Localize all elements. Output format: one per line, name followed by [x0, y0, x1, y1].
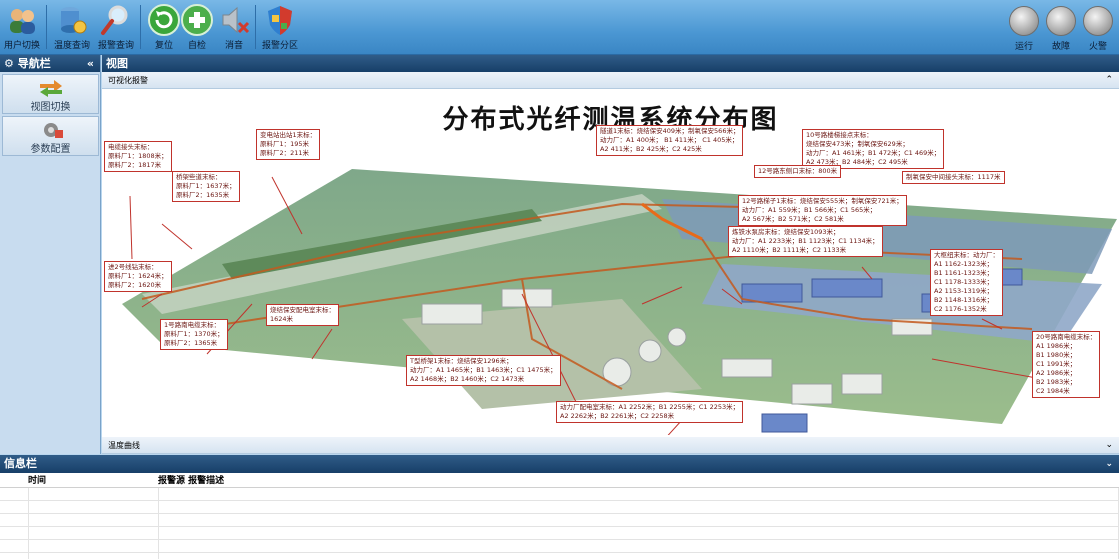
table-cell — [158, 500, 1119, 514]
collapse-sidebar-button[interactable]: « — [87, 55, 94, 72]
callout-road-12-east[interactable]: 12号路东侧口末标：800米 — [754, 165, 842, 178]
view-header: 视图 — [102, 55, 1119, 72]
settings-small-icon: ⚙ — [4, 57, 18, 70]
alarm-zone-label: 报警分区 — [261, 41, 298, 51]
status-fire-alarm: 火警 — [1080, 6, 1116, 54]
toolbar-separator — [140, 5, 141, 49]
callout-cable-joint[interactable]: 电缆接头末标： 原料厂1：1808米； 原料厂2：1817米 — [104, 141, 172, 172]
callout-road-10-stair[interactable]: 10号路楼梯接点末标： 烧结保安473米；制氧保安629米； 动力厂：A1 46… — [802, 129, 945, 169]
status-light-icon — [1009, 6, 1039, 36]
table-cell — [158, 513, 1119, 527]
table-cell — [0, 539, 29, 553]
table-cell — [28, 539, 159, 553]
table-cell — [0, 513, 29, 527]
shield-icon — [263, 3, 297, 37]
table-cell — [0, 500, 29, 514]
navigation-sidebar: ⚙ 导航栏 « 视图切换 参数配置 — [0, 55, 101, 454]
magnifier-icon — [99, 3, 133, 37]
table-row[interactable] — [0, 513, 1119, 527]
table-header-row: 时间 报警源 报警描述 — [0, 473, 1119, 488]
section-title: 可视化报警 — [108, 76, 148, 85]
user-switch-label: 用户切换 — [3, 41, 40, 51]
status-light-icon — [1083, 6, 1113, 36]
table-cell — [28, 526, 159, 540]
callout-power-plant-room[interactable]: 动力厂配电室末标：A1 2252米；B1 2255米；C1 2253米； A2 … — [556, 401, 744, 423]
table-cell — [0, 552, 29, 559]
collapse-section-button[interactable]: ⌃ — [1105, 72, 1113, 89]
section-title: 温度曲线 — [108, 441, 140, 450]
callout-ironmaking-pump[interactable]: 炼铁水泵房末标：烧结保安1093米； 动力厂：A1 2233米；B1 1123米… — [728, 226, 883, 257]
callout-oxygen-joint[interactable]: 制氧保安中间接头末标：1117米 — [902, 171, 1005, 184]
callout-line-2-entry[interactable]: 进2号线钻末标： 原料厂1：1624米； 原料厂2：1620米 — [104, 261, 172, 292]
status-running: 运行 — [1006, 6, 1042, 54]
sidebar-header: ⚙ 导航栏 « — [0, 55, 100, 72]
callout-road-1-south[interactable]: 1号路南电缆末标： 原料厂1：1370米； 原料厂2：1365米 — [160, 319, 228, 350]
temperature-curve-header: 温度曲线 ⌄ — [102, 437, 1119, 454]
table-cell — [158, 539, 1119, 553]
table-cell — [158, 552, 1119, 559]
table-cell — [28, 513, 159, 527]
sidebar-item-parameter-config[interactable]: 参数配置 — [2, 116, 99, 156]
callout-sinter-power-room[interactable]: 烧结保安配电室末标： 1624米 — [266, 304, 339, 326]
user-switch-button[interactable]: 用户切换 — [0, 3, 44, 53]
table-cell — [0, 487, 29, 501]
gear-icon — [3, 120, 98, 140]
users-icon — [5, 3, 39, 37]
callout-cable-tray[interactable]: 桥架些道末标： 原料厂1：1637米； 原料厂2：1635米 — [172, 171, 240, 202]
callout-t-bridge-1[interactable]: T型桥架1末标：烧结保安1296米； 动力厂：A1 1465米；B1 1463米… — [406, 355, 561, 386]
callout-substation-1[interactable]: 变电站出站1末标： 原料厂1：195米 原料厂2：211米 — [256, 129, 321, 160]
callout-road-12-ladder[interactable]: 12号路梯子1末标：烧结保安555米；制氧保安721米； 动力厂：A1 559米… — [738, 195, 907, 226]
table-row[interactable] — [0, 552, 1119, 559]
alarm-query-label: 报警查询 — [97, 41, 134, 51]
table-cell — [28, 500, 159, 514]
status-fault: 故障 — [1043, 6, 1079, 54]
callout-tunnel-1[interactable]: 隧道1末标：烧结保安409米；制氧保安566米； 动力厂：A1 400米； B1… — [596, 125, 744, 156]
arrows-switch-icon — [3, 78, 98, 98]
temperature-query-label: 温度查询 — [53, 41, 90, 51]
visual-alarm-section-header: 可视化报警 ⌃ — [102, 72, 1119, 89]
table-cell — [28, 552, 159, 559]
temperature-query-button[interactable]: 温度查询 — [50, 3, 94, 53]
toolbar-separator — [46, 5, 47, 49]
collapse-info-button[interactable]: ⌄ — [1105, 455, 1113, 473]
info-header: 信息栏 ⌄ — [0, 455, 1119, 473]
alarm-query-button[interactable]: 报警查询 — [94, 3, 138, 53]
sidebar-item-label: 视图切换 — [30, 102, 71, 113]
info-panel: 信息栏 ⌄ 时间 报警源 报警描述 — [0, 455, 1119, 559]
toolbar: 用户切换 温度查询 报警查询 复位 自检 消音 报警分区 运行 故障 火警 — [0, 0, 1119, 55]
table-row[interactable] — [0, 487, 1119, 501]
table-cell — [28, 487, 159, 501]
sidebar-title: 导航栏 — [17, 57, 51, 70]
table-row[interactable] — [0, 539, 1119, 553]
status-light-icon — [1046, 6, 1076, 36]
sidebar-item-view-switch[interactable]: 视图切换 — [2, 74, 99, 114]
callout-main-hub[interactable]: 大枢纽末标：动力厂： A1 1162-1323米； B1 1161-1323米；… — [930, 249, 1003, 316]
column-header-source-description[interactable]: 报警源 报警描述 — [158, 473, 1119, 488]
callout-road-20-south[interactable]: 20号路南电缆末标： A1 1986米； B1 1980米； C1 1991米；… — [1032, 331, 1101, 398]
database-icon — [55, 3, 89, 37]
view-panel: 视图 可视化报警 ⌃ 分布式光纤测温系统分布图 电缆接头末标： 原料厂1：180… — [102, 55, 1119, 454]
column-header-time[interactable]: 时间 — [28, 473, 158, 488]
table-cell — [158, 526, 1119, 540]
distribution-map: 分布式光纤测温系统分布图 电缆接头末标： 原料厂1：1808米； 原料厂2：18… — [102, 89, 1119, 435]
toolbar-separator — [255, 5, 256, 49]
info-title: 信息栏 — [4, 457, 37, 470]
plus-icon — [180, 3, 214, 37]
alarm-zone-button[interactable]: 报警分区 — [258, 3, 302, 53]
mute-label: 消音 — [224, 41, 243, 51]
table-row[interactable] — [0, 500, 1119, 514]
expand-section-button[interactable]: ⌄ — [1105, 437, 1113, 454]
sidebar-item-label: 参数配置 — [30, 144, 71, 155]
table-row[interactable] — [0, 526, 1119, 540]
mute-button[interactable]: 消音 — [212, 3, 256, 53]
table-cell — [158, 487, 1119, 501]
alarm-log-table: 时间 报警源 报警描述 — [0, 473, 1119, 559]
table-cell — [0, 526, 29, 540]
mute-speaker-icon — [217, 3, 251, 37]
